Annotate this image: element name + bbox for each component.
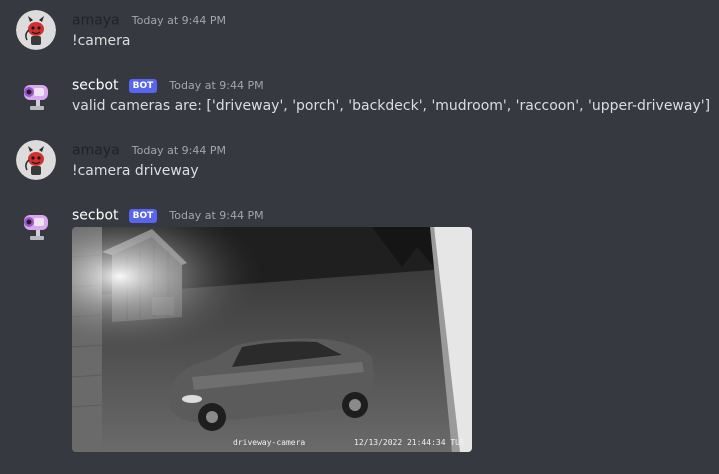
username[interactable]: amaya xyxy=(72,143,120,159)
datetime-overlay: 12/13/2022 21:44:34 TUE xyxy=(354,438,465,447)
devil-cat-avatar-icon xyxy=(16,10,56,50)
user-avatar[interactable] xyxy=(16,10,56,50)
devil-cat-avatar-icon xyxy=(16,140,56,180)
bot-avatar[interactable] xyxy=(16,75,56,115)
bot-avatar[interactable] xyxy=(16,205,56,245)
timestamp: Today at 9:44 PM xyxy=(169,209,264,222)
message-header: secbot BOT Today at 9:44 PM xyxy=(72,75,264,95)
camera-snapshot-image[interactable]: driveway-camera 12/13/2022 21:44:34 TUE xyxy=(72,227,472,452)
driveway-camera-scene xyxy=(72,227,472,452)
camera-label-overlay: driveway-camera xyxy=(233,438,306,447)
bot-tag: BOT xyxy=(128,208,158,223)
username[interactable]: secbot xyxy=(72,208,119,224)
message: amaya Today at 9:44 PM !camera xyxy=(0,10,719,50)
message-content: valid cameras are: ['driveway', 'porch',… xyxy=(72,98,711,114)
message: secbot BOT Today at 9:44 PM valid camera… xyxy=(0,75,719,115)
timestamp: Today at 9:44 PM xyxy=(169,79,264,92)
message: amaya Today at 9:44 PM !camera driveway xyxy=(0,140,719,180)
message-content: !camera driveway xyxy=(72,163,199,179)
username[interactable]: amaya xyxy=(72,13,120,29)
user-avatar[interactable] xyxy=(16,140,56,180)
message-header: secbot BOT Today at 9:44 PM xyxy=(72,205,264,225)
timestamp: Today at 9:44 PM xyxy=(131,14,226,27)
message-header: amaya Today at 9:44 PM xyxy=(72,140,226,160)
timestamp: Today at 9:44 PM xyxy=(131,144,226,157)
message-header: amaya Today at 9:44 PM xyxy=(72,10,226,30)
bot-tag: BOT xyxy=(128,78,158,93)
username[interactable]: secbot xyxy=(72,78,119,94)
security-camera-avatar-icon xyxy=(16,205,56,245)
message-content: !camera xyxy=(72,33,131,49)
security-camera-avatar-icon xyxy=(16,75,56,115)
